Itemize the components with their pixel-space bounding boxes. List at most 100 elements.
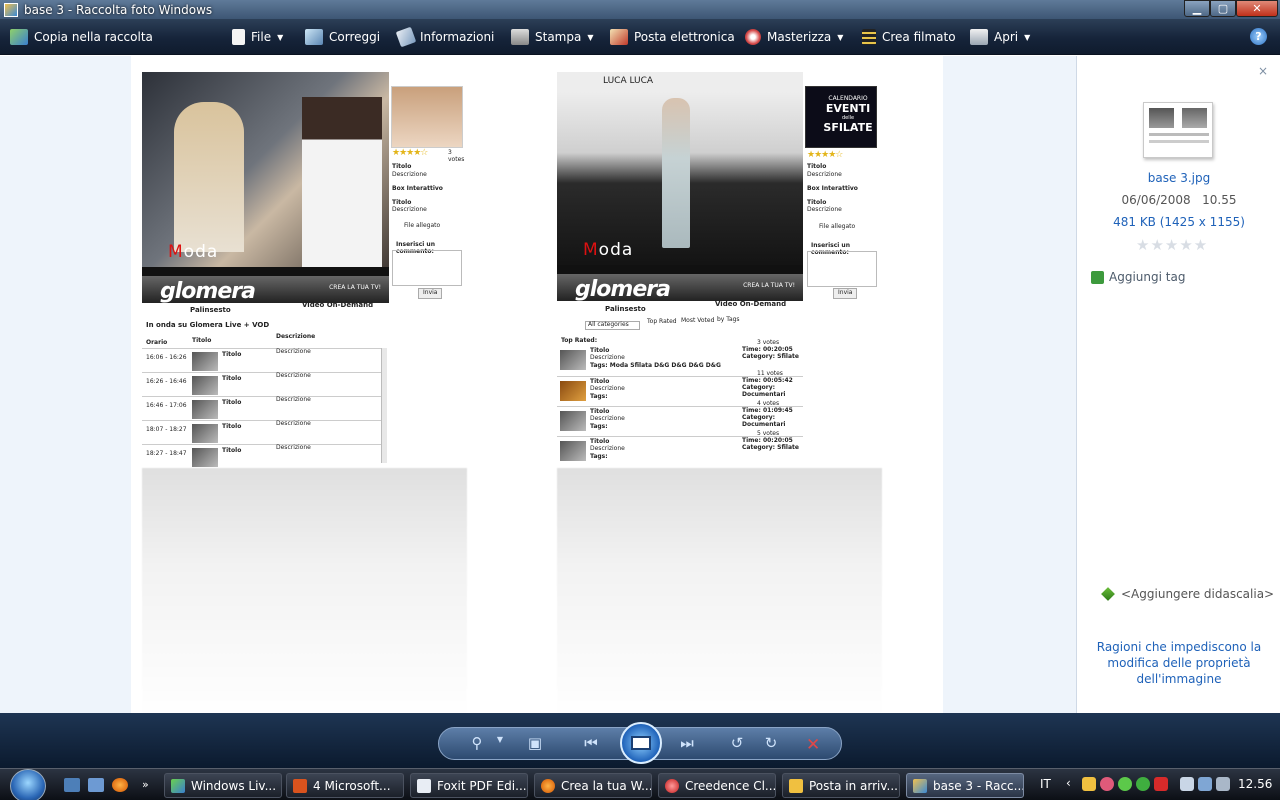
tray-app-icon[interactable] — [1100, 777, 1114, 791]
gallery-add-icon — [10, 29, 28, 45]
row-thumbnail — [192, 424, 218, 443]
task-label: Foxit PDF Edi... — [437, 778, 527, 793]
add-caption-label: <Aggiungere didascalia> — [1121, 587, 1275, 601]
zoom-icon[interactable]: ⚲ — [466, 734, 488, 752]
row-desc: Descrizione — [276, 348, 311, 355]
tray-app-icon[interactable] — [1118, 777, 1132, 791]
open-menu[interactable]: Apri ▼ — [970, 27, 1030, 47]
filename[interactable]: base 3.jpg — [1077, 171, 1280, 185]
add-tag-button[interactable]: Aggiungi tag — [1091, 270, 1185, 284]
clock[interactable]: 12.56 — [1238, 777, 1272, 791]
schedule-row: 18:07 - 18:27 Titolo Descrizione — [142, 420, 382, 444]
add-caption-field[interactable]: <Aggiungere didascalia> — [1101, 587, 1274, 601]
switch-windows-icon[interactable] — [88, 778, 104, 792]
task-firefox[interactable]: Crea la tua W... — [534, 773, 652, 798]
help-icon[interactable]: ? — [1250, 28, 1267, 45]
banner-line: CALENDARIO — [828, 95, 868, 102]
fit-window-icon[interactable]: ▣ — [524, 734, 546, 752]
model-figure — [662, 98, 690, 248]
rating-stars[interactable]: ★★★★★ — [1136, 236, 1208, 254]
crea-tagline: CREA LA TUA TV! — [743, 282, 795, 289]
pencil-icon — [1101, 587, 1115, 601]
chevron-down-icon[interactable]: ▼ — [489, 735, 511, 744]
safely-remove-icon[interactable] — [1180, 777, 1194, 791]
close-button[interactable]: ✕ — [1236, 0, 1278, 17]
print-menu[interactable]: Stampa ▼ — [511, 27, 594, 47]
network-icon[interactable] — [1198, 777, 1212, 791]
volume-icon[interactable] — [1216, 777, 1230, 791]
previous-icon[interactable]: ⏮ — [580, 734, 602, 752]
show-desktop-icon[interactable] — [64, 778, 80, 792]
printer-icon — [511, 29, 529, 45]
comment-textarea — [807, 251, 877, 287]
tab-vod: Video On-Demand — [715, 300, 787, 308]
file-size: 481 KB (1425 x 1155) — [1113, 215, 1245, 229]
tray-expand-icon[interactable]: ‹ — [1066, 776, 1080, 790]
schedule-row: 18:27 - 18:47 Titolo Descrizione — [142, 444, 382, 467]
tray-app-icon[interactable] — [1082, 777, 1096, 791]
tray-app-icon[interactable] — [1154, 777, 1168, 791]
firefox-icon[interactable] — [112, 778, 128, 792]
messenger-icon[interactable] — [1136, 777, 1150, 791]
copy-to-gallery-button[interactable]: Copia nella raccolta — [10, 27, 153, 47]
item-category: Category: Sfilate — [742, 444, 799, 451]
open-label: Apri — [994, 30, 1019, 44]
mockup-right: LUCA LUCA Moda glomera CREA LA TUA TV! P… — [557, 72, 882, 467]
fix-button[interactable]: Correggi — [305, 27, 380, 47]
image-viewer: Moda glomera CREA LA TUA TV! Palinsesto … — [0, 56, 1076, 713]
box-desc: Descrizione — [392, 206, 427, 213]
events-banner: CALENDARIO EVENTI delle SFILATE — [805, 86, 877, 148]
row-desc: Descrizione — [276, 420, 311, 427]
row-thumbnail — [192, 352, 218, 371]
row-title: Titolo — [222, 375, 242, 382]
close-pane-icon[interactable]: × — [1258, 64, 1268, 78]
start-button[interactable] — [10, 769, 46, 800]
side-title: Titolo — [807, 163, 827, 170]
item-desc: Descrizione — [590, 385, 625, 392]
tab-vod: Video On-Demand — [302, 301, 374, 309]
schedule-row: 16:46 - 17:06 Titolo Descrizione — [142, 396, 382, 420]
mail-icon — [789, 778, 803, 793]
rotate-right-icon[interactable]: ↻ — [760, 734, 782, 752]
person-figure — [302, 97, 382, 267]
chevron-down-icon: ▼ — [277, 32, 284, 42]
task-photo-gallery[interactable]: base 3 - Racc... — [906, 773, 1024, 798]
task-media-player[interactable]: Creedence Cl... — [658, 773, 776, 798]
task-microsoft[interactable]: 4 Microsoft... — [286, 773, 404, 798]
player-controls — [142, 267, 389, 276]
send-button: Invia — [418, 288, 443, 299]
slideshow-button[interactable] — [620, 722, 662, 764]
row-desc: Descrizione — [276, 396, 311, 403]
pdf-icon — [417, 778, 431, 793]
tag-icon — [395, 26, 417, 48]
next-icon[interactable]: ⏭ — [676, 734, 698, 752]
presenter-photo — [391, 86, 463, 148]
task-windows-live[interactable]: Windows Liv... — [164, 773, 282, 798]
burn-menu[interactable]: Masterizza ▼ — [745, 27, 843, 47]
task-mail[interactable]: Posta in arriv... — [782, 773, 900, 798]
video-item: Titolo Descrizione Tags: 5 votes Time: 0… — [557, 430, 803, 466]
burn-label: Masterizza — [767, 30, 832, 44]
video-player-right: LUCA LUCA Moda — [557, 72, 803, 274]
tab-by-tags: by Tags — [717, 316, 740, 323]
email-icon — [610, 29, 628, 45]
more-quicklaunch-icon[interactable]: » — [142, 778, 158, 792]
minimize-button[interactable]: ▁ — [1184, 0, 1210, 17]
schedule-row: 16:26 - 16:46 Titolo Descrizione — [142, 372, 382, 396]
delete-icon[interactable]: ✕ — [806, 735, 820, 755]
make-movie-button[interactable]: Crea filmato — [862, 27, 956, 47]
title-bar: base 3 - Raccolta foto Windows — [0, 0, 1280, 19]
schedule-scrollbar[interactable] — [381, 348, 387, 463]
properties-locked-link[interactable]: Ragioni che impediscono la modifica dell… — [1091, 639, 1267, 687]
rotate-left-icon[interactable]: ↺ — [726, 734, 748, 752]
task-foxit[interactable]: Foxit PDF Edi... — [410, 773, 528, 798]
interactive-box-heading: Box Interattivo — [807, 185, 858, 192]
email-button[interactable]: Posta elettronica — [610, 27, 735, 47]
info-button[interactable]: Informazioni — [395, 26, 494, 48]
item-category: Category: Sfilate — [742, 353, 799, 360]
maximize-button[interactable]: ▢ — [1210, 0, 1236, 17]
file-menu[interactable]: File ▼ — [232, 27, 283, 47]
item-thumbnail — [560, 350, 586, 370]
category-select: All categories — [585, 321, 640, 330]
language-indicator[interactable]: IT — [1040, 777, 1051, 791]
